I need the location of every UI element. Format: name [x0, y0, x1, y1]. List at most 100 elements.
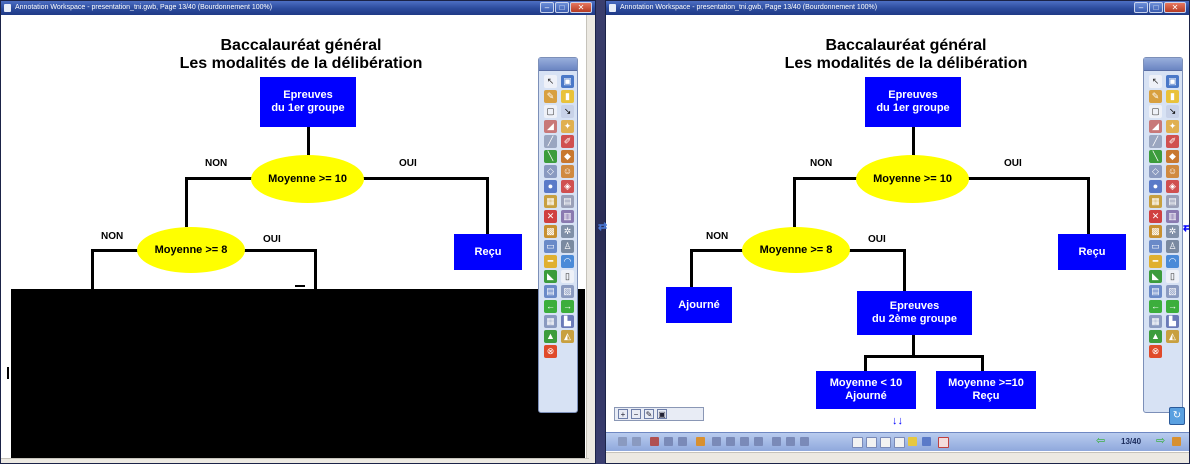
grid-icon[interactable]: ▦ [544, 315, 557, 328]
gear-icon[interactable]: ✲ [1166, 225, 1179, 238]
left-canvas[interactable]: Baccalauréat général Les modalités de la… [1, 15, 595, 463]
protractor-icon[interactable]: ◠ [1166, 255, 1179, 268]
link-icon[interactable] [800, 437, 809, 446]
selected-black-shape[interactable] [11, 289, 585, 459]
layer-icon[interactable] [786, 437, 795, 446]
palette-handle[interactable] [1144, 58, 1182, 71]
blank-page-icon[interactable] [866, 437, 877, 448]
decision-8[interactable]: Moyenne >= 8 [137, 227, 245, 273]
undo-icon[interactable]: ← [544, 300, 557, 313]
eraser-icon[interactable]: ◢ [544, 120, 557, 133]
doc-icon[interactable]: ▤ [544, 285, 557, 298]
tool-palette[interactable]: ↖ ▣ ✎ ▮ ▢ ↘ ◢ ✦ ╱ ✐ ╲ ◆ ◇ ☺ ● ◈ ▦ ▤ ✕ ▥ [1143, 57, 1183, 413]
camera-icon[interactable]: ▣ [561, 75, 574, 88]
calendar-icon[interactable]: ▩ [1149, 225, 1162, 238]
paste-icon[interactable] [664, 437, 673, 446]
screen-icon[interactable]: ▭ [1149, 240, 1162, 253]
exit-icon[interactable]: ⊗ [544, 345, 557, 358]
cut-icon[interactable] [618, 437, 627, 446]
ge10-box[interactable]: Moyenne >=10 Reçu [936, 371, 1036, 409]
resize-handle[interactable] [295, 285, 305, 287]
redo-icon[interactable]: → [1166, 300, 1179, 313]
first-group-box[interactable]: Epreuves du 1er groupe [260, 77, 356, 127]
maximize-button[interactable]: □ [1149, 2, 1163, 13]
side-expand-icon[interactable]: ⇄ [1183, 221, 1189, 234]
clear-icon[interactable] [678, 437, 687, 446]
save-icon[interactable]: ▙ [1166, 315, 1179, 328]
side-expand-icon[interactable]: ⇄ [598, 220, 607, 233]
person-icon[interactable]: ♙ [561, 240, 574, 253]
note-icon[interactable] [908, 437, 917, 446]
recu-box[interactable]: Reçu [1058, 234, 1126, 270]
highlighter-icon[interactable]: ▮ [561, 90, 574, 103]
refresh-icon[interactable]: ↻ [1169, 407, 1185, 425]
bucket-icon[interactable]: ◭ [561, 330, 574, 343]
resize-handle[interactable] [7, 367, 9, 379]
pen-icon[interactable]: ✎ [1149, 90, 1162, 103]
select-icon[interactable]: ▢ [544, 105, 557, 118]
redo-icon[interactable]: → [561, 300, 574, 313]
fill-icon[interactable]: ◆ [561, 150, 574, 163]
drop-icon[interactable]: ● [544, 180, 557, 193]
arrow-left-icon[interactable]: ⇦ [1096, 436, 1107, 447]
page-icon[interactable]: ▯ [561, 270, 574, 283]
triangle-icon[interactable]: ◣ [544, 270, 557, 283]
pointer-icon[interactable]: ↖ [544, 75, 557, 88]
close-shape-icon[interactable]: ✕ [544, 210, 557, 223]
camera-icon[interactable]: ▣ [1166, 75, 1179, 88]
brush-icon[interactable]: ✐ [1166, 135, 1179, 148]
ruler-icon[interactable]: ━ [544, 255, 557, 268]
ruler-icon[interactable]: ━ [1149, 255, 1162, 268]
screen-icon[interactable] [922, 437, 931, 446]
ungroup-icon[interactable] [726, 437, 735, 446]
group-icon[interactable] [712, 437, 721, 446]
tag-icon[interactable]: ◈ [1166, 180, 1179, 193]
marker-icon[interactable]: ╲ [1149, 150, 1162, 163]
zoom-out-icon[interactable]: − [631, 409, 641, 419]
horizontal-scrollbar[interactable] [1, 458, 589, 463]
new-page-icon[interactable] [852, 437, 863, 448]
table-icon[interactable]: ▦ [544, 195, 557, 208]
minimize-button[interactable]: – [1134, 2, 1148, 13]
cursor-icon[interactable]: ↘ [1166, 105, 1179, 118]
vertical-scrollbar[interactable] [586, 15, 595, 463]
image-icon[interactable]: ▥ [561, 210, 574, 223]
shape-icon[interactable]: ◇ [1149, 165, 1162, 178]
close-shape-icon[interactable]: ✕ [1149, 210, 1162, 223]
close-button[interactable]: ✕ [570, 2, 592, 13]
grid-page-icon[interactable] [880, 437, 891, 448]
doc-edit-icon[interactable]: ▧ [1166, 285, 1179, 298]
first-group-box[interactable]: Epreuves du 1er groupe [865, 77, 961, 127]
record-icon[interactable] [938, 437, 949, 448]
pointer-icon[interactable]: ↖ [1149, 75, 1162, 88]
cursor-icon[interactable]: ↘ [561, 105, 574, 118]
doc-icon[interactable]: ▤ [1149, 285, 1162, 298]
right-title-bar[interactable]: Annotation Workspace - presentation_tni.… [606, 1, 1189, 15]
brush-icon[interactable]: ✐ [561, 135, 574, 148]
highlighter-icon[interactable]: ▮ [1166, 90, 1179, 103]
person-icon[interactable]: ♙ [1166, 240, 1179, 253]
zoom-in-icon[interactable]: + [618, 409, 628, 419]
grid-icon[interactable]: ▦ [1149, 315, 1162, 328]
arrow-right-icon[interactable]: ⇨ [1156, 436, 1167, 447]
copy-icon[interactable] [632, 437, 641, 446]
line-icon[interactable]: ╱ [1149, 135, 1162, 148]
triangle-icon[interactable]: ◣ [1149, 270, 1162, 283]
line-icon[interactable]: ╱ [544, 135, 557, 148]
lt10-box[interactable]: Moyenne < 10 Ajourné [816, 371, 916, 409]
save-icon[interactable]: ▙ [561, 315, 574, 328]
settings-icon[interactable] [1172, 437, 1181, 446]
delete-icon[interactable] [650, 437, 659, 446]
decision-10[interactable]: Moyenne >= 10 [856, 155, 969, 203]
fill-icon[interactable] [696, 437, 705, 446]
clip-icon[interactable]: ▤ [1166, 195, 1179, 208]
rotate-icon[interactable] [754, 437, 763, 446]
image-icon[interactable]: ▥ [1166, 210, 1179, 223]
decision-10[interactable]: Moyenne >= 10 [251, 155, 364, 203]
undo-icon[interactable]: ← [1149, 300, 1162, 313]
drop-icon[interactable]: ● [1149, 180, 1162, 193]
lined-page-icon[interactable] [894, 437, 905, 448]
right-canvas[interactable]: Baccalauréat général Les modalités de la… [606, 15, 1189, 463]
clip-icon[interactable]: ▤ [561, 195, 574, 208]
doc-edit-icon[interactable]: ▧ [561, 285, 574, 298]
